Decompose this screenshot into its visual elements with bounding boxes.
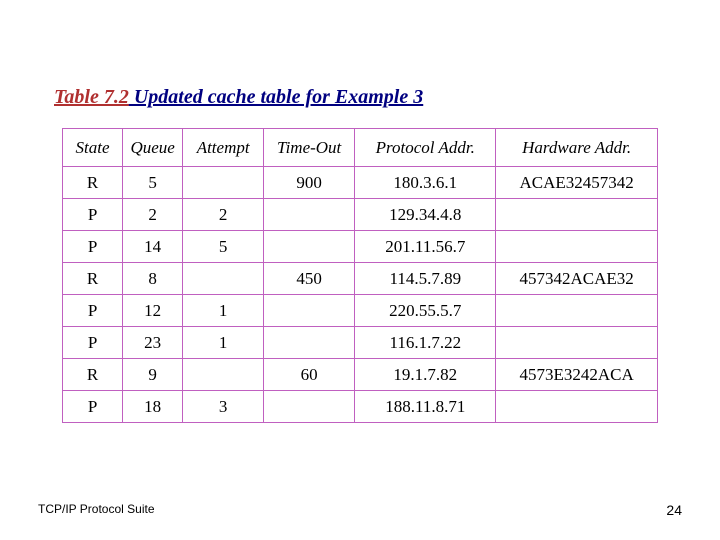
- cell-attempt: [183, 167, 264, 199]
- header-state: State: [63, 129, 123, 167]
- cell-timeout: [264, 199, 355, 231]
- cell-haddr: 4573E3242ACA: [496, 359, 658, 391]
- header-protocol-addr: Protocol Addr.: [355, 129, 496, 167]
- page-number: 24: [666, 502, 682, 518]
- table-row: P121 220.55.5.7: [63, 295, 658, 327]
- header-queue: Queue: [123, 129, 183, 167]
- table-title: Updated cache table for Example 3: [129, 86, 423, 108]
- cell-state: R: [63, 167, 123, 199]
- cell-timeout: 900: [264, 167, 355, 199]
- cell-haddr: [496, 295, 658, 327]
- table-body: R5900180.3.6.1ACAE32457342P22129.34.4.8P…: [63, 167, 658, 423]
- table-number: Table 7.2: [54, 86, 129, 108]
- cell-timeout: 60: [264, 359, 355, 391]
- cell-haddr: [496, 391, 658, 423]
- cell-attempt: 5: [183, 231, 264, 263]
- cell-queue: 5: [123, 167, 183, 199]
- cell-timeout: [264, 391, 355, 423]
- cell-haddr: [496, 199, 658, 231]
- cell-paddr: 114.5.7.89: [355, 263, 496, 295]
- cell-attempt: [183, 359, 264, 391]
- cell-queue: 18: [123, 391, 183, 423]
- cell-paddr: 116.1.7.22: [355, 327, 496, 359]
- cell-attempt: 2: [183, 199, 264, 231]
- table-row: R5 900180.3.6.1ACAE32457342: [63, 167, 658, 199]
- cell-paddr: 220.55.5.7: [355, 295, 496, 327]
- cell-queue: 2: [123, 199, 183, 231]
- cell-paddr: 188.11.8.71: [355, 391, 496, 423]
- cache-table-container: State Queue Attempt Time-Out Protocol Ad…: [62, 128, 658, 423]
- footer-source: TCP/IP Protocol Suite: [38, 502, 155, 516]
- cell-paddr: 201.11.56.7: [355, 231, 496, 263]
- table-row: R8 450114.5.7.89457342ACAE32: [63, 263, 658, 295]
- cell-timeout: [264, 231, 355, 263]
- cell-attempt: [183, 263, 264, 295]
- cell-haddr: [496, 231, 658, 263]
- cell-paddr: 19.1.7.82: [355, 359, 496, 391]
- cell-queue: 14: [123, 231, 183, 263]
- cache-table: State Queue Attempt Time-Out Protocol Ad…: [62, 128, 658, 423]
- table-row: P231 116.1.7.22: [63, 327, 658, 359]
- table-caption: Table 7.2 Updated cache table for Exampl…: [54, 86, 423, 109]
- cell-queue: 9: [123, 359, 183, 391]
- cell-state: P: [63, 199, 123, 231]
- table-row: P183 188.11.8.71: [63, 391, 658, 423]
- cell-haddr: [496, 327, 658, 359]
- table-row: P22129.34.4.8: [63, 199, 658, 231]
- table-row: P145 201.11.56.7: [63, 231, 658, 263]
- cell-state: P: [63, 295, 123, 327]
- cell-state: R: [63, 359, 123, 391]
- cell-queue: 23: [123, 327, 183, 359]
- cell-timeout: [264, 327, 355, 359]
- cell-haddr: ACAE32457342: [496, 167, 658, 199]
- cell-queue: 8: [123, 263, 183, 295]
- header-attempt: Attempt: [183, 129, 264, 167]
- cell-attempt: 1: [183, 327, 264, 359]
- cell-attempt: 1: [183, 295, 264, 327]
- cell-timeout: 450: [264, 263, 355, 295]
- cell-paddr: 129.34.4.8: [355, 199, 496, 231]
- cell-paddr: 180.3.6.1: [355, 167, 496, 199]
- header-hardware-addr: Hardware Addr.: [496, 129, 658, 167]
- cell-queue: 12: [123, 295, 183, 327]
- cell-attempt: 3: [183, 391, 264, 423]
- cell-state: R: [63, 263, 123, 295]
- cell-state: P: [63, 231, 123, 263]
- cell-state: P: [63, 391, 123, 423]
- header-timeout: Time-Out: [264, 129, 355, 167]
- cell-timeout: [264, 295, 355, 327]
- cell-state: P: [63, 327, 123, 359]
- table-row: R9 6019.1.7.824573E3242ACA: [63, 359, 658, 391]
- cell-haddr: 457342ACAE32: [496, 263, 658, 295]
- table-header-row: State Queue Attempt Time-Out Protocol Ad…: [63, 129, 658, 167]
